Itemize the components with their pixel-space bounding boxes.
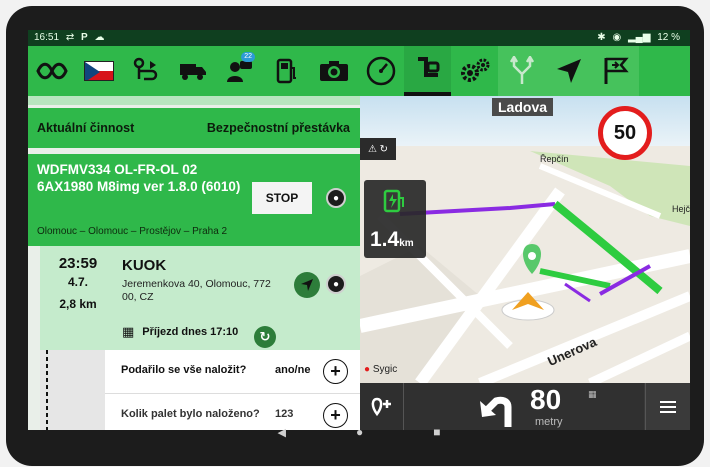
poi-distance: 1.4 <box>370 228 400 251</box>
refresh-icon: ↻ <box>259 329 271 344</box>
arrival-text: Příjezd dnes 17:10 <box>142 326 239 338</box>
turn-distance: 80 <box>530 384 562 415</box>
camera-icon[interactable] <box>310 46 357 96</box>
route-map-icon[interactable] <box>122 46 169 96</box>
cloud-upload-icon: ☁ <box>94 32 105 43</box>
speedometer-icon[interactable] <box>357 46 404 96</box>
sygic-logo: ● Sygic <box>364 364 398 375</box>
main-toolbar: 22 <box>28 46 690 96</box>
panel-divider <box>28 96 360 105</box>
parking-icon: P <box>80 32 88 43</box>
hamburger-menu-icon <box>660 400 676 413</box>
arrival-row: ▦ Příjezd dnes 17:10 <box>122 324 238 340</box>
poi-unit: km <box>399 238 414 249</box>
trip-toggle-icon[interactable]: ● <box>326 188 346 208</box>
brand-label: Sygic <box>372 364 398 375</box>
truck-icon[interactable] <box>169 46 216 96</box>
traffic-warning-icon[interactable]: ⚠ ↻ <box>360 138 396 160</box>
question-answer: ano/ne <box>275 364 311 376</box>
current-activity-label[interactable]: Aktuální činnost <box>37 121 134 135</box>
navigate-icon <box>301 279 313 291</box>
tachograph-icon[interactable] <box>404 46 451 96</box>
home-icon[interactable]: ● <box>356 425 363 439</box>
edge-city-label: Hejč <box>672 204 690 214</box>
current-street-label: Ladova <box>492 98 554 116</box>
task-time: 23:59 <box>58 255 98 272</box>
merge-arrows-icon[interactable] <box>498 46 545 96</box>
task-date: 4.7. <box>67 275 88 289</box>
messages-icon[interactable]: 22 <box>216 46 263 96</box>
activity-header: Aktuální činnost Bezpečnostní přestávka <box>28 108 360 148</box>
tethering-icon: ⇄ <box>65 32 75 43</box>
city-label: Řepčín <box>540 154 569 164</box>
refresh-button[interactable]: ↻ <box>254 326 276 348</box>
safety-break-label[interactable]: Bezpečnostní přestávka <box>207 121 350 135</box>
settings-gears-icon[interactable] <box>451 46 498 96</box>
messages-badge: 22 <box>241 52 255 62</box>
task-distance: 2,8 km <box>59 297 97 311</box>
stop-button[interactable]: STOP <box>252 182 312 214</box>
system-navigation-bar: ◀ ● ■ <box>28 414 690 450</box>
czech-flag-icon[interactable] <box>75 46 122 96</box>
bluetooth-icon: ✱ <box>597 32 606 43</box>
trip-route: Olomouc – Olomouc – Prostějov – Praha 2 <box>37 226 228 237</box>
app-screen: 16:51 ⇄ P ☁ ✱ ◉ ▂▄▆ 12 % 22 Aktuální čin… <box>28 30 690 430</box>
tablet-frame: 16:51 ⇄ P ☁ ✱ ◉ ▂▄▆ 12 % 22 Aktuální čin… <box>0 0 710 467</box>
fuel-icon[interactable] <box>263 46 310 96</box>
ev-charging-icon <box>383 189 404 213</box>
navigate-button[interactable] <box>294 272 320 298</box>
battery-level: 12 % <box>657 32 680 43</box>
flag-end-icon[interactable] <box>592 46 639 96</box>
location-icon: ◉ <box>612 32 622 43</box>
question-text: Podařilo se vše naložit? <box>121 364 247 376</box>
status-time: 16:51 <box>34 32 60 43</box>
add-answer-button[interactable]: + <box>323 359 348 384</box>
task-toggle-icon[interactable]: ● <box>326 274 346 294</box>
trip-card[interactable]: WDFMV334 OL-FR-OL 02 6AX1980 M8img ver 1… <box>28 154 360 246</box>
back-icon[interactable]: ◀ <box>278 426 286 439</box>
route-icon[interactable] <box>28 46 75 96</box>
trip-title: WDFMV334 OL-FR-OL 02 6AX1980 M8img ver 1… <box>37 162 241 194</box>
question-row[interactable]: Podařilo se vše naložit? ano/ne + <box>105 350 360 394</box>
navigate-arrow-icon[interactable] <box>545 46 592 96</box>
status-bar: 16:51 ⇄ P ☁ ✱ ◉ ▂▄▆ 12 % <box>28 30 690 46</box>
signal-icon: ▂▄▆ <box>627 32 651 43</box>
task-name: KUOK <box>122 257 167 274</box>
recent-apps-icon[interactable]: ■ <box>433 425 440 439</box>
speed-limit-sign: 50 <box>598 106 652 160</box>
finish-flag-icon: ▦ <box>122 324 135 339</box>
fuel-station-poi[interactable]: 1.4km <box>364 180 426 258</box>
lanes-icon: ▦ <box>588 389 597 399</box>
navigation-map[interactable]: Ladova 50 ⚠ ↻ 1.4km Řepčín Hejč Unerova … <box>360 96 690 383</box>
activity-panel: Aktuální činnost Bezpečnostní přestávka … <box>28 96 360 430</box>
task-time-block: 23:59 4.7. 2,8 km <box>54 255 102 313</box>
task-address: Jeremenkova 40, Olomouc, 772 00, CZ <box>122 278 271 303</box>
task-card[interactable]: 23:59 4.7. 2,8 km KUOK Jeremenkova 40, O… <box>40 246 360 350</box>
